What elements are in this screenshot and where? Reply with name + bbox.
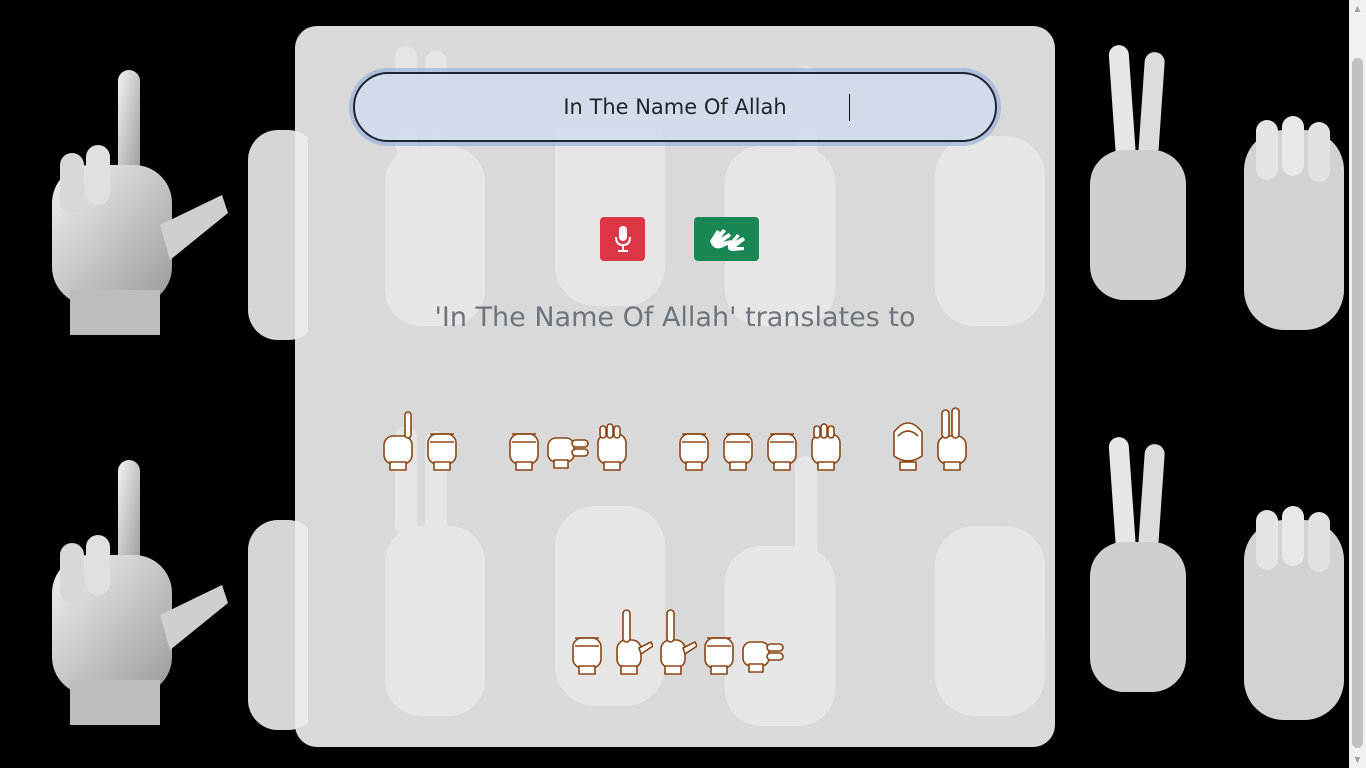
sign-word <box>886 404 974 472</box>
sign-word <box>502 404 634 472</box>
scroll-up-arrow-icon[interactable]: ▲ <box>1349 0 1366 17</box>
asl-sign-m-icon <box>767 433 797 471</box>
asl-sign-n-icon <box>427 433 457 471</box>
asl-sign-n-icon <box>679 433 709 471</box>
microphone-icon <box>614 226 631 252</box>
text-caret <box>849 94 850 121</box>
asl-sign-f-icon <box>937 407 967 471</box>
asl-sign-e-icon <box>811 423 841 471</box>
hand-photo-r3 <box>1244 116 1344 330</box>
asl-sign-e-icon <box>597 423 627 471</box>
asl-sign-h-icon <box>547 437 589 469</box>
asl-sign-i-icon <box>383 411 413 471</box>
hand-photo-r <box>1090 45 1186 300</box>
scroll-down-arrow-icon[interactable]: ▼ <box>1349 751 1366 768</box>
asl-sign-h-icon <box>742 641 784 673</box>
sign-row-2 <box>295 608 1055 676</box>
translator-card: 'In The Name Of Allah' translates to <box>295 26 1055 747</box>
scrollbar-thumb[interactable] <box>1352 58 1363 748</box>
asl-sign-l-icon <box>660 609 697 675</box>
asl-sign-a-icon <box>723 433 753 471</box>
asl-sign-t-icon <box>509 433 539 471</box>
hand-photo-r2 <box>1090 437 1186 692</box>
microphone-button[interactable] <box>600 217 645 261</box>
sign-word <box>376 404 464 472</box>
hand-photo-l <box>52 70 228 335</box>
sign-language-icon <box>709 229 745 251</box>
sign-row-1 <box>295 404 1055 472</box>
text-input[interactable] <box>353 72 997 142</box>
asl-sign-a-icon <box>572 637 602 675</box>
translation-heading: 'In The Name Of Allah' translates to <box>434 302 916 333</box>
sign-language-button[interactable] <box>694 217 759 261</box>
sign-word <box>672 404 848 472</box>
asl-sign-a-icon <box>704 637 734 675</box>
hand-photo-r4 <box>1244 506 1344 720</box>
sign-word <box>565 608 785 676</box>
asl-sign-l-icon <box>616 609 653 675</box>
asl-sign-o-icon <box>893 422 923 471</box>
text-input-focus-ring <box>353 72 997 142</box>
hand-photo-l2 <box>52 460 228 725</box>
vertical-scrollbar[interactable]: ▲ ▼ <box>1349 0 1366 768</box>
